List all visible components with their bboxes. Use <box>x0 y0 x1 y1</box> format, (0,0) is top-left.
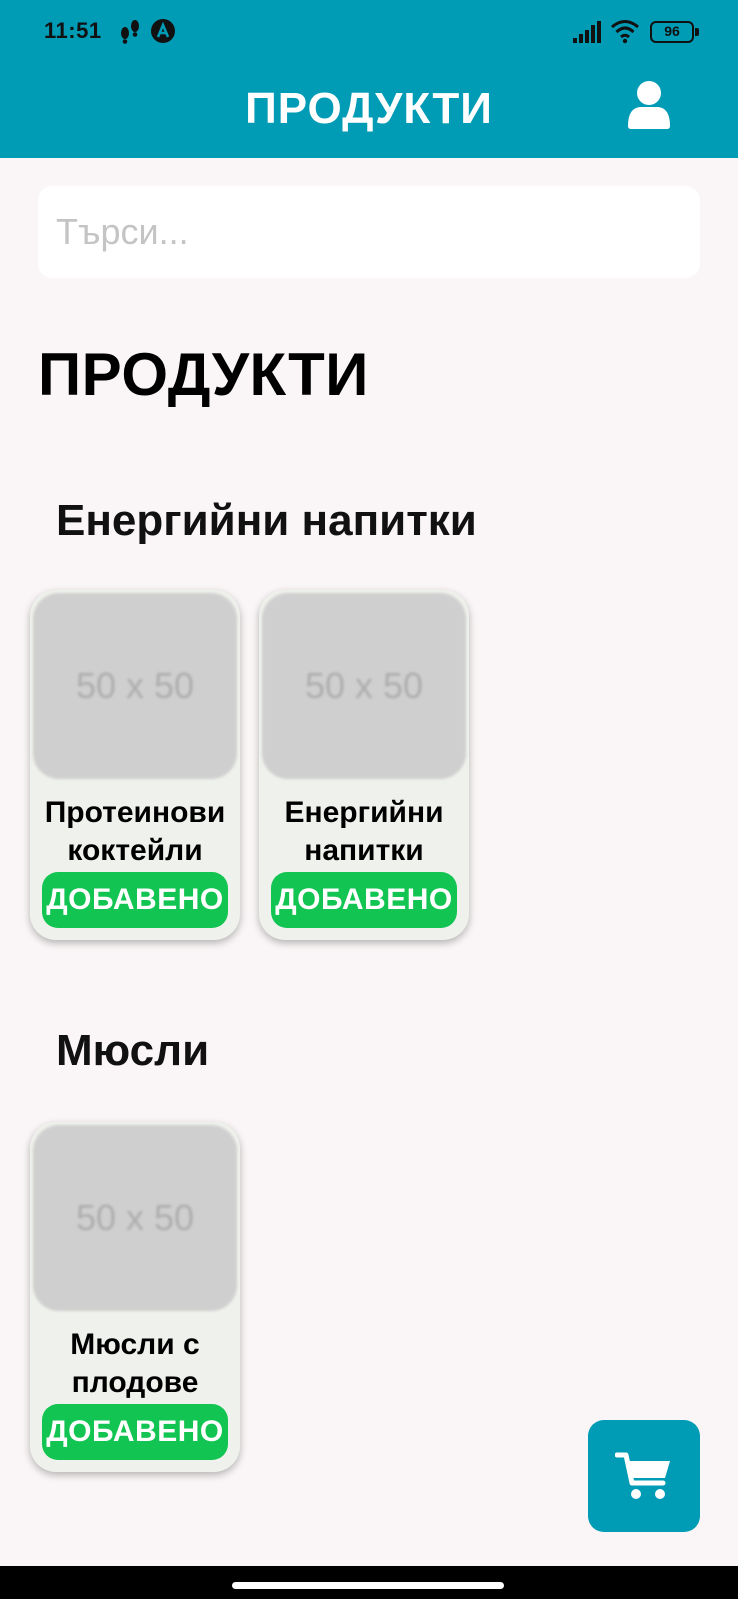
product-image-placeholder: 50 x 50 <box>262 593 466 779</box>
section-title-muesli: Мюсли <box>56 1026 210 1075</box>
steps-icon <box>121 20 139 44</box>
product-name: Енергийни напитки <box>284 796 444 867</box>
added-button[interactable]: ДОБАВЕНО <box>42 1404 228 1460</box>
product-card[interactable]: 50 x 50 Протеинови коктейли ДОБАВЕНО <box>30 590 240 940</box>
added-button[interactable]: ДОБАВЕНО <box>271 872 457 928</box>
wifi-icon <box>611 20 639 44</box>
app-header: 11:51 96 ПРОДУКТИ <box>0 0 738 158</box>
status-bar: 11:51 96 <box>0 0 738 66</box>
product-card[interactable]: 50 x 50 Мюсли с плодове ДОБАВЕНО <box>30 1122 240 1472</box>
product-card[interactable]: 50 x 50 Енергийни напитки ДОБАВЕНО <box>259 590 469 940</box>
search-input[interactable] <box>38 186 700 278</box>
added-button[interactable]: ДОБАВЕНО <box>42 872 228 928</box>
product-name: Мюсли с плодове <box>70 1328 200 1399</box>
section-title-energy-drinks: Енергийни напитки <box>56 496 477 545</box>
user-icon[interactable] <box>626 80 672 130</box>
a-badge-icon <box>151 19 175 43</box>
product-image-placeholder: 50 x 50 <box>33 593 237 779</box>
product-image-placeholder: 50 x 50 <box>33 1125 237 1311</box>
product-name: Протеинови коктейли <box>44 796 226 867</box>
battery-icon: 96 <box>650 21 699 43</box>
status-time: 11:51 <box>44 18 102 43</box>
signal-icon <box>573 21 601 43</box>
cart-icon <box>615 1452 670 1499</box>
home-indicator[interactable] <box>232 1582 504 1589</box>
cart-button[interactable] <box>588 1420 700 1532</box>
page-title: ПРОДУКТИ <box>38 341 369 408</box>
